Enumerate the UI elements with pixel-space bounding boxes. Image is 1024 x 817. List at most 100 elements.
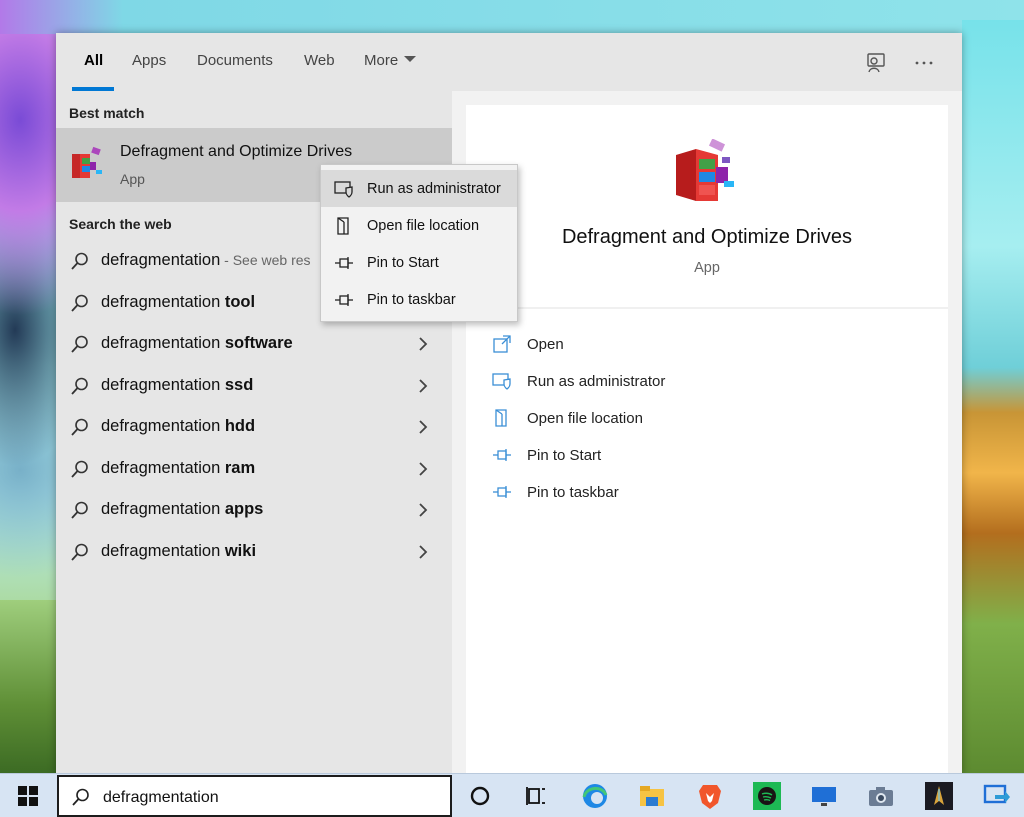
- action-pin-to-taskbar[interactable]: Pin to taskbar: [492, 478, 792, 508]
- web-result-text: defragmentation wiki: [101, 542, 256, 561]
- context-menu: Run as administrator Open file location …: [320, 164, 518, 322]
- defrag-app-icon: [72, 146, 102, 178]
- shield-icon: [334, 181, 353, 198]
- web-result-2[interactable]: defragmentation software: [56, 324, 452, 364]
- chevron-right-icon: [419, 379, 428, 393]
- web-result-suggestion: tool: [224, 293, 256, 311]
- start-button[interactable]: [0, 774, 56, 817]
- ctx-label: Open file location: [367, 218, 480, 234]
- file-location-icon: [337, 217, 349, 235]
- chevron-right-icon: [419, 337, 428, 351]
- web-result-suggestion: software: [224, 334, 293, 352]
- tab-more-label: More: [364, 52, 399, 69]
- wallpaper-top: [0, 0, 1024, 34]
- web-result-5[interactable]: defragmentation ram: [56, 449, 452, 489]
- task-view-icon[interactable]: [521, 781, 551, 811]
- preview-pane: Defragment and Optimize Drives App Open …: [466, 105, 948, 775]
- web-result-query: defragmentation: [101, 417, 225, 435]
- feedback-icon[interactable]: [864, 51, 888, 75]
- action-pin-to-start[interactable]: Pin to Start: [492, 441, 792, 471]
- pin-icon: [493, 449, 511, 461]
- more-options-icon[interactable]: [912, 51, 936, 75]
- web-result-query: defragmentation: [101, 293, 225, 311]
- best-match-header: Best match: [69, 105, 145, 121]
- action-label: Open file location: [527, 410, 643, 427]
- search-icon: [71, 294, 88, 312]
- ctx-label: Run as administrator: [367, 181, 501, 197]
- caret-down-icon: [404, 56, 417, 62]
- ctx-pin-to-start[interactable]: Pin to Start: [321, 244, 517, 281]
- tab-apps[interactable]: Apps: [132, 52, 166, 69]
- spotify-icon[interactable]: [752, 781, 782, 811]
- action-open[interactable]: Open: [492, 330, 792, 360]
- web-result-text: defragmentation tool: [101, 293, 255, 312]
- web-result-text: defragmentation ram: [101, 459, 255, 478]
- pin-icon: [335, 294, 353, 306]
- web-result-suggestion: ssd: [224, 376, 254, 394]
- windows-logo-icon: [18, 786, 38, 806]
- remote-app-icon[interactable]: [981, 781, 1011, 811]
- tab-documents[interactable]: Documents: [197, 52, 273, 69]
- search-icon: [72, 788, 89, 806]
- camera-icon[interactable]: [866, 781, 896, 811]
- web-result-suggestion: apps: [224, 500, 264, 518]
- web-result-text: defragmentation software: [101, 334, 293, 353]
- best-match-type: App: [120, 171, 145, 187]
- preview-header: Defragment and Optimize Drives App: [466, 105, 948, 309]
- chevron-right-icon: [419, 503, 428, 517]
- search-icon: [71, 543, 88, 561]
- search-icon: [71, 460, 88, 478]
- search-icon: [71, 377, 88, 395]
- web-result-query: defragmentation: [101, 500, 225, 518]
- chevron-right-icon: [419, 462, 428, 476]
- web-result-query: defragmentation: [101, 334, 225, 352]
- file-explorer-icon[interactable]: [637, 781, 667, 811]
- shield-icon: [492, 373, 511, 390]
- web-result-query: defragmentation: [101, 251, 221, 269]
- web-result-6[interactable]: defragmentation apps: [56, 490, 452, 530]
- ctx-label: Pin to taskbar: [367, 292, 456, 308]
- ctx-open-file-location[interactable]: Open file location: [321, 207, 517, 244]
- action-label: Run as administrator: [527, 373, 666, 390]
- web-result-text: defragmentation - See web res: [101, 251, 311, 270]
- web-result-suggestion: wiki: [224, 542, 257, 560]
- search-query: defragmentation: [103, 789, 219, 806]
- edge-icon[interactable]: [580, 781, 610, 811]
- file-location-icon: [495, 409, 507, 427]
- wallpaper-grass: [0, 600, 60, 775]
- preview-type: App: [694, 260, 720, 276]
- search-icon: [71, 501, 88, 519]
- search-web-header: Search the web: [69, 216, 172, 232]
- tab-all[interactable]: All: [84, 52, 103, 69]
- web-result-7[interactable]: defragmentation wiki: [56, 532, 452, 572]
- web-result-suggestion: ram: [224, 459, 256, 477]
- wallpaper-right: [962, 20, 1024, 775]
- search-icon: [71, 252, 88, 270]
- taskbar: defragmentation: [0, 773, 1024, 817]
- web-result-hint: - See web res: [220, 252, 311, 268]
- web-result-query: defragmentation: [101, 459, 225, 477]
- search-icon: [71, 335, 88, 353]
- action-open-file-location[interactable]: Open file location: [492, 404, 792, 434]
- chevron-right-icon: [419, 420, 428, 434]
- tab-web[interactable]: Web: [304, 52, 335, 69]
- taskbar-search-input[interactable]: defragmentation: [57, 775, 452, 817]
- best-match-title: Defragment and Optimize Drives: [120, 143, 353, 160]
- ctx-pin-to-taskbar[interactable]: Pin to taskbar: [321, 281, 517, 318]
- pin-icon: [493, 486, 511, 498]
- cortana-circle-icon[interactable]: [465, 781, 495, 811]
- ctx-run-as-admin[interactable]: Run as administrator: [321, 170, 517, 207]
- web-result-suggestion: hdd: [224, 417, 256, 435]
- brave-icon[interactable]: [695, 781, 725, 811]
- monitor-icon[interactable]: [809, 781, 839, 811]
- web-result-4[interactable]: defragmentation hdd: [56, 407, 452, 447]
- action-run-as-admin[interactable]: Run as administrator: [492, 367, 792, 397]
- game-icon[interactable]: [924, 781, 954, 811]
- search-icon: [71, 418, 88, 436]
- open-icon: [493, 335, 511, 353]
- web-result-3[interactable]: defragmentation ssd: [56, 366, 452, 406]
- tab-more[interactable]: More: [364, 52, 417, 69]
- web-result-query: defragmentation: [101, 376, 225, 394]
- action-label: Open: [527, 336, 564, 353]
- preview-title: Defragment and Optimize Drives: [561, 226, 853, 248]
